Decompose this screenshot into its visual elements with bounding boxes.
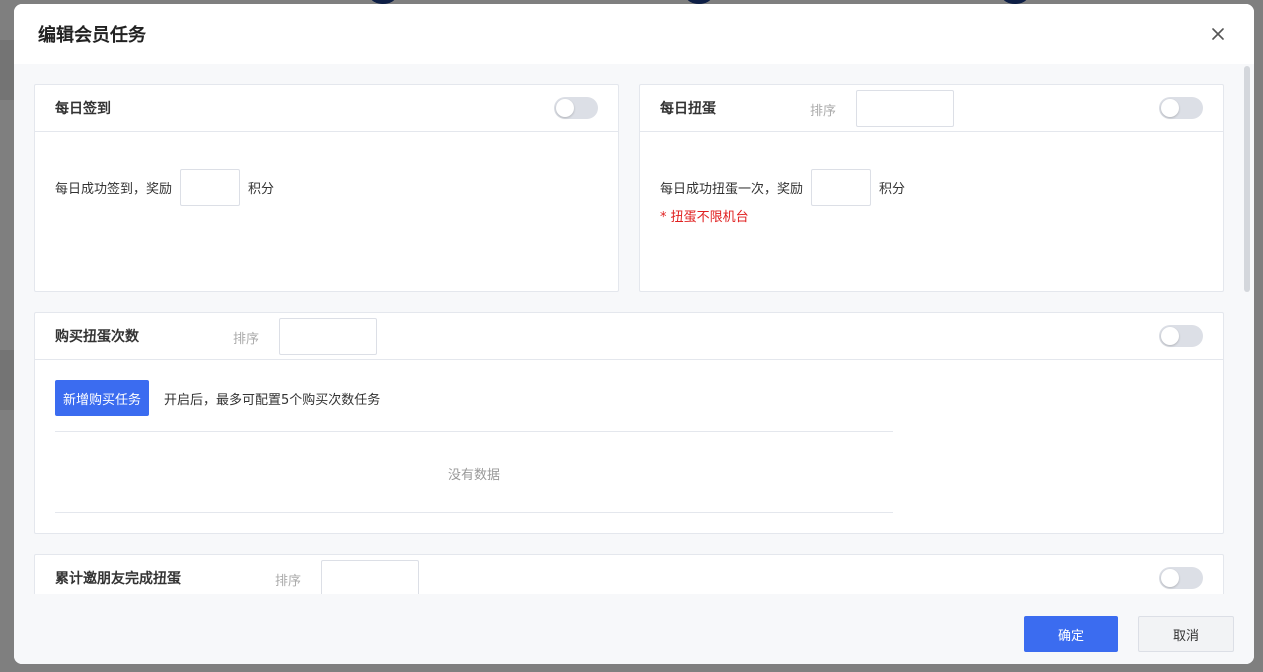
purchase-task-hint: 开启后，最多可配置5个购买次数任务 (164, 392, 381, 408)
scrollbar-thumb[interactable] (1244, 66, 1250, 292)
sort-label: 排序 (233, 332, 260, 347)
dialog-title: 编辑会员任务 (38, 25, 146, 46)
reward-row: 每日成功扭蛋一次，奖励 积分 (660, 169, 905, 206)
sort-label: 排序 (275, 574, 302, 589)
cancel-button[interactable]: 取消 (1138, 616, 1234, 652)
daily-gacha-sort-input[interactable] (856, 90, 954, 127)
reward-label: 每日成功扭蛋一次，奖励 (660, 182, 804, 197)
gacha-points-input[interactable] (811, 169, 872, 206)
daily-checkin-toggle[interactable] (554, 97, 598, 119)
buy-gacha-toggle[interactable] (1159, 325, 1203, 347)
table-divider (55, 512, 893, 513)
close-button[interactable] (1208, 24, 1228, 44)
daily-gacha-card: 每日扭蛋 排序 每日成功扭蛋一次，奖励 积分 * 扭蛋不限机台 (639, 84, 1224, 292)
add-purchase-task-button[interactable]: 新增购买任务 (55, 380, 149, 416)
toggle-knob (1161, 569, 1179, 587)
daily-checkin-card: 每日签到 每日成功签到，奖励 积分 (34, 84, 619, 292)
close-icon (1212, 28, 1224, 40)
invite-friends-card: 累计邀朋友完成扭蛋 排序 (34, 554, 1224, 594)
reward-label: 每日成功签到，奖励 (55, 182, 173, 197)
card-title: 每日扭蛋 (660, 101, 716, 117)
sort-label: 排序 (810, 104, 837, 119)
gacha-warning: * 扭蛋不限机台 (660, 210, 749, 225)
buy-gacha-card: 购买扭蛋次数 排序 新增购买任务 开启后，最多可配置5个购买次数任务 没有数据 (34, 312, 1224, 534)
toggle-knob (1161, 99, 1179, 117)
card-header: 每日扭蛋 排序 (640, 85, 1223, 132)
dialog-body: 每日签到 每日成功签到，奖励 积分 每日扭蛋 排序 每日成功扭蛋一次，奖励 积分 (14, 64, 1254, 594)
card-header: 每日签到 (35, 85, 618, 132)
dialog-header: 编辑会员任务 (14, 4, 1254, 64)
points-unit: 积分 (248, 182, 275, 197)
toggle-knob (556, 99, 574, 117)
reward-row: 每日成功签到，奖励 积分 (55, 169, 274, 206)
card-header: 购买扭蛋次数 排序 (35, 313, 1223, 360)
empty-table-text: 没有数据 (447, 468, 500, 483)
dialog-footer: 确定 取消 (14, 594, 1254, 664)
points-unit: 积分 (879, 182, 906, 197)
toggle-knob (1161, 327, 1179, 345)
invite-friends-toggle[interactable] (1159, 567, 1203, 589)
daily-gacha-toggle[interactable] (1159, 97, 1203, 119)
table-divider (55, 431, 893, 432)
card-title: 每日签到 (55, 101, 111, 117)
checkin-points-input[interactable] (180, 169, 241, 206)
add-task-row: 新增购买任务 开启后，最多可配置5个购买次数任务 (55, 380, 380, 416)
buy-gacha-sort-input[interactable] (279, 318, 377, 355)
card-title: 购买扭蛋次数 (55, 329, 139, 345)
edit-member-task-dialog: 编辑会员任务 每日签到 每日成功签到，奖励 积分 每日扭蛋 排序 每日成功扭蛋一… (14, 4, 1254, 664)
invite-friends-sort-input[interactable] (321, 560, 419, 594)
card-title: 累计邀朋友完成扭蛋 (55, 571, 181, 587)
card-header: 累计邀朋友完成扭蛋 排序 (35, 555, 1223, 594)
confirm-button[interactable]: 确定 (1024, 616, 1118, 652)
